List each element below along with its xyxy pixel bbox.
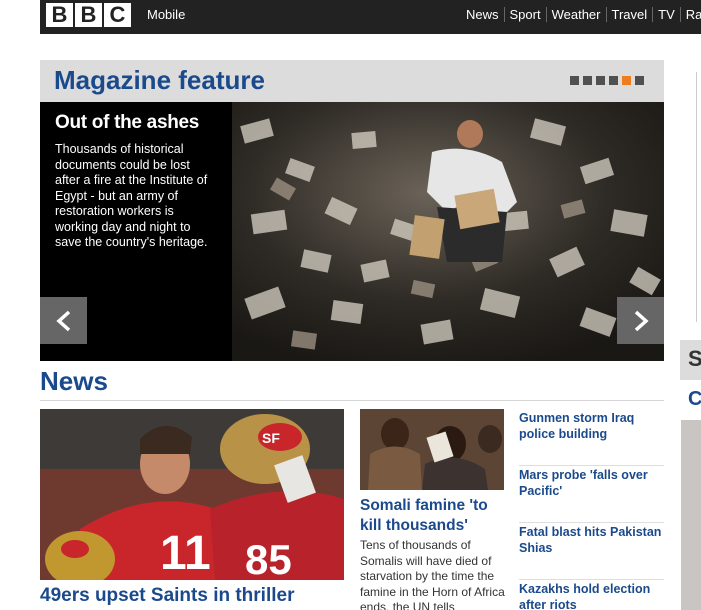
pager-dot[interactable]	[583, 76, 592, 85]
magazine-title: Magazine feature	[54, 65, 265, 95]
bbc-logo[interactable]: B B C	[46, 3, 131, 27]
feature-heading[interactable]: Out of the ashes	[55, 112, 217, 134]
list-item[interactable]: Kazakhs hold election after riots	[519, 580, 664, 610]
svg-text:SF: SF	[262, 430, 280, 446]
side-headline[interactable]: Kazakhs hold election after riots	[519, 580, 664, 610]
carousel-pager	[570, 76, 644, 85]
list-item[interactable]: Fatal blast hits Pakistan Shias	[519, 523, 664, 580]
main-nav: News Sport Weather Travel TV Ra	[464, 7, 701, 22]
right-column-frame	[696, 72, 701, 322]
second-story-image[interactable]	[360, 409, 504, 490]
feature-summary: Thousands of historical documents could …	[55, 142, 208, 249]
chevron-right-icon	[634, 310, 649, 331]
chevron-left-icon	[55, 310, 70, 331]
lead-story-headline[interactable]: 49ers upset Saints in thriller	[40, 585, 294, 607]
lead-story-image[interactable]: 11 SF 85	[40, 409, 344, 580]
side-headline[interactable]: Gunmen storm Iraq police building	[519, 409, 664, 442]
news-section-title[interactable]: News	[40, 366, 108, 397]
right-section-title: S	[688, 346, 701, 371]
logo-letter-c: C	[104, 3, 131, 27]
svg-text:11: 11	[160, 527, 211, 580]
nav-weather[interactable]: Weather	[545, 7, 606, 22]
carousel-prev-button[interactable]	[40, 297, 87, 344]
magazine-header: Magazine feature	[40, 60, 664, 102]
side-headline[interactable]: Fatal blast hits Pakistan Shias	[519, 523, 664, 556]
logo-letter-b1: B	[46, 3, 73, 27]
pager-dot[interactable]	[570, 76, 579, 85]
side-headlines-list: Gunmen storm Iraq police building Mars p…	[519, 409, 664, 610]
right-section-image[interactable]	[681, 420, 701, 610]
nav-radio[interactable]: Ra	[679, 7, 701, 22]
pager-dot[interactable]	[596, 76, 605, 85]
list-item[interactable]: Mars probe 'falls over Pacific'	[519, 466, 664, 523]
pager-dot[interactable]	[609, 76, 618, 85]
svg-text:85: 85	[245, 536, 292, 580]
top-bar: B B C Mobile News Sport Weather Travel T…	[40, 0, 701, 34]
nav-news[interactable]: News	[464, 7, 504, 22]
side-headline[interactable]: Mars probe 'falls over Pacific'	[519, 466, 664, 499]
carousel-next-button[interactable]	[617, 297, 664, 344]
news-divider	[40, 400, 664, 401]
right-section-link[interactable]: C	[688, 388, 701, 411]
feature-carousel: Out of the ashes Thousands of historical…	[40, 102, 664, 361]
nav-sport[interactable]: Sport	[503, 7, 546, 22]
pager-dot[interactable]	[635, 76, 644, 85]
second-story-summary: Tens of thousands of Somalis will have d…	[360, 538, 505, 610]
second-story-headline[interactable]: Somali famine 'to kill thousands'	[360, 496, 510, 536]
list-item[interactable]: Gunmen storm Iraq police building	[519, 409, 664, 466]
mobile-link[interactable]: Mobile	[147, 7, 185, 22]
nav-tv[interactable]: TV	[652, 7, 680, 22]
logo-letter-b2: B	[75, 3, 102, 27]
feature-photo[interactable]	[232, 102, 664, 361]
pager-dot-active[interactable]	[622, 76, 631, 85]
nav-travel[interactable]: Travel	[605, 7, 653, 22]
